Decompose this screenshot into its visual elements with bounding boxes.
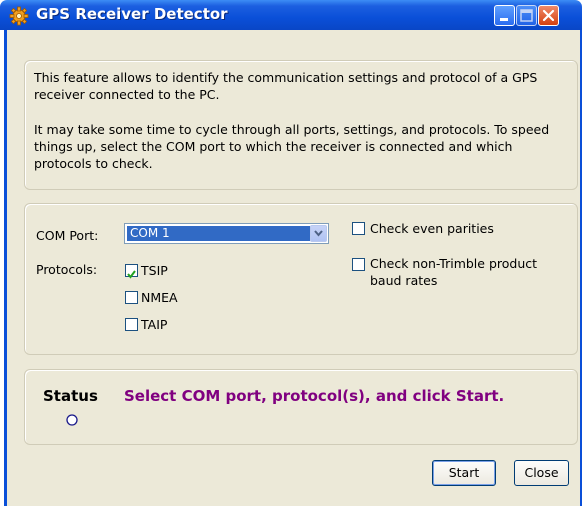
close-icon (542, 9, 555, 22)
com-port-select[interactable]: COM 1 (124, 223, 329, 244)
checkmark-icon (127, 270, 136, 279)
tsip-checkbox[interactable] (125, 264, 138, 279)
even-parities-checkbox[interactable] (352, 222, 365, 235)
minimize-icon (500, 18, 508, 21)
gear-icon (9, 6, 29, 26)
info-paragraph-2: It may take some time to cycle through a… (34, 122, 550, 171)
gps-detector-window: GPS Receiver Detector This feature allow… (0, 0, 582, 506)
non-trimble-baud-label-line1: Check non-Trimble product (370, 256, 538, 271)
nmea-label: NMEA (141, 290, 178, 305)
chevron-down-icon (314, 230, 323, 237)
status-indicator-icon (66, 414, 78, 426)
taip-label: TAIP (141, 317, 168, 332)
nmea-checkbox[interactable] (125, 291, 138, 304)
title-bar[interactable]: GPS Receiver Detector (0, 0, 582, 30)
taip-checkbox[interactable] (125, 318, 138, 331)
even-parities-label: Check even parities (370, 221, 494, 236)
com-port-value: COM 1 (127, 226, 310, 241)
status-message: Select COM port, protocol(s), and click … (124, 387, 505, 405)
status-label: Status (43, 387, 98, 405)
maximize-icon (520, 9, 533, 22)
com-port-label: COM Port: (36, 228, 99, 243)
status-panel (24, 369, 578, 445)
dropdown-button[interactable] (310, 225, 327, 242)
protocols-label: Protocols: (36, 262, 98, 277)
minimize-button[interactable] (494, 5, 515, 26)
window-title: GPS Receiver Detector (36, 5, 228, 23)
close-button[interactable]: Close (514, 460, 569, 486)
start-button[interactable]: Start (432, 460, 496, 486)
maximize-button[interactable] (516, 5, 537, 26)
tsip-label: TSIP (141, 263, 168, 278)
non-trimble-baud-checkbox[interactable] (352, 258, 365, 271)
close-window-button[interactable] (538, 5, 559, 26)
non-trimble-baud-label-line2: baud rates (370, 273, 438, 288)
info-paragraph-1: This feature allows to identify the comm… (34, 70, 538, 102)
